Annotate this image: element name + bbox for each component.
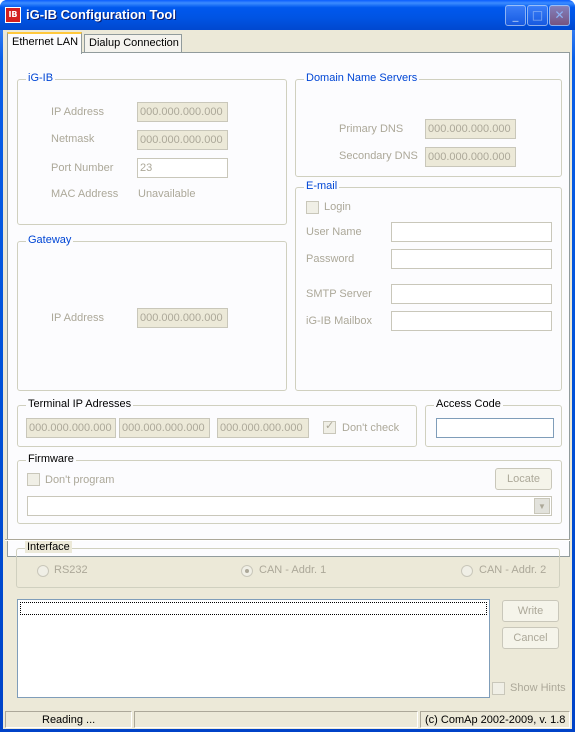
can-addr-1-label: CAN - Addr. 1 <box>259 564 327 576</box>
mailbox-label: iG-IB Mailbox <box>306 315 373 327</box>
terminal-ip-legend: Terminal IP Adresses <box>26 398 134 410</box>
maximize-button[interactable]: □ <box>527 5 548 26</box>
cancel-button[interactable]: Cancel <box>502 627 559 649</box>
igib-ip-label: IP Address <box>51 106 104 118</box>
close-icon: ✕ <box>554 8 565 22</box>
show-hints-checkbox[interactable] <box>492 682 505 695</box>
can-addr-2-label: CAN - Addr. 2 <box>479 564 547 576</box>
tab-dialup-connection[interactable]: Dialup Connection <box>84 34 182 53</box>
dont-check-label: Don't check <box>342 422 400 434</box>
tab-ethernet-lan[interactable]: Ethernet LAN <box>7 32 82 54</box>
primary-dns-label: Primary DNS <box>339 123 404 135</box>
gateway-ip-field[interactable]: 000.000.000.000 <box>137 308 228 328</box>
user-name-label: User Name <box>306 226 362 238</box>
locate-button[interactable]: Locate <box>495 468 552 490</box>
primary-dns-field[interactable]: 000.000.000.000 <box>425 119 516 139</box>
log-list[interactable] <box>17 599 490 698</box>
rs232-label: RS232 <box>54 564 88 576</box>
dont-program-checkbox[interactable] <box>27 473 40 486</box>
igib-netmask-field[interactable]: 000.000.000.000 <box>137 130 228 150</box>
maximize-icon: □ <box>531 8 544 22</box>
status-copyright: (c) ComAp 2002-2009, v. 1.8 <box>420 711 570 728</box>
close-button[interactable]: ✕ <box>549 5 570 26</box>
terminal-ip-3-field[interactable]: 000.000.000.000 <box>217 418 309 438</box>
login-label: Login <box>324 201 351 213</box>
dns-legend: Domain Name Servers <box>304 72 420 84</box>
interface-group: Interface RS232 CAN - Addr. 1 CAN - Addr… <box>16 541 560 588</box>
email-group: E-mail Login User Name Password SMTP Ser… <box>295 180 562 391</box>
igib-netmask-label: Netmask <box>51 133 95 145</box>
can-addr-2-radio[interactable] <box>461 565 473 577</box>
client-area: Ethernet LAN Dialup Connection iG-IB IP … <box>3 30 572 729</box>
app-icon: IB <box>5 7 21 23</box>
secondary-dns-field[interactable]: 000.000.000.000 <box>425 147 516 167</box>
dont-check-checkbox[interactable] <box>323 419 336 434</box>
igib-legend: iG-IB <box>26 72 56 84</box>
gateway-ip-label: IP Address <box>51 312 104 324</box>
password-label: Password <box>306 253 355 265</box>
gateway-legend: Gateway <box>26 234 74 246</box>
igib-port-label: Port Number <box>51 162 114 174</box>
igib-ip-field[interactable]: 000.000.000.000 <box>137 102 228 122</box>
can-addr-1-radio[interactable] <box>241 565 253 577</box>
tab-panel-ethernet: iG-IB IP Address 000.000.000.000 Netmask… <box>7 52 570 557</box>
show-hints-label: Show Hints <box>510 682 566 694</box>
status-bar: Reading ... (c) ComAp 2002-2009, v. 1.8 <box>3 709 572 729</box>
write-button[interactable]: Write <box>502 600 559 622</box>
interface-legend: Interface <box>25 541 72 553</box>
igib-mac-value: Unavailable <box>138 188 196 200</box>
dns-group: Domain Name Servers Primary DNS 000.000.… <box>295 72 562 177</box>
minimize-icon: _ <box>512 8 519 22</box>
chevron-down-icon[interactable]: ▼ <box>534 498 550 514</box>
terminal-ip-group: Terminal IP Adresses 000.000.000.000 000… <box>17 398 417 447</box>
firmware-group: Firmware Don't program Locate ▼ <box>17 453 562 524</box>
password-field[interactable] <box>391 249 552 269</box>
login-checkbox[interactable] <box>306 201 319 214</box>
title-bar[interactable]: IB iG-IB Configuration Tool _ □ ✕ <box>0 0 575 30</box>
secondary-dns-label: Secondary DNS <box>339 150 418 162</box>
igib-port-field[interactable]: 23 <box>137 158 228 178</box>
mailbox-field[interactable] <box>391 311 552 331</box>
rs232-radio[interactable] <box>37 565 49 577</box>
igib-group: iG-IB IP Address 000.000.000.000 Netmask… <box>17 72 287 225</box>
igib-mac-label: MAC Address <box>51 188 119 200</box>
terminal-ip-2-field[interactable]: 000.000.000.000 <box>119 418 210 438</box>
smtp-server-field[interactable] <box>391 284 552 304</box>
log-focus-line <box>20 602 487 615</box>
access-code-field[interactable] <box>436 418 554 438</box>
access-code-legend: Access Code <box>434 398 503 410</box>
email-legend: E-mail <box>304 180 340 192</box>
firmware-legend: Firmware <box>26 453 76 465</box>
minimize-button[interactable]: _ <box>505 5 526 26</box>
terminal-ip-1-field[interactable]: 000.000.000.000 <box>26 418 116 438</box>
status-text: Reading ... <box>5 711 132 728</box>
firmware-path-combo[interactable]: ▼ <box>27 496 552 516</box>
access-code-group: Access Code <box>425 398 562 447</box>
separator <box>5 539 570 541</box>
gateway-group: Gateway IP Address 000.000.000.000 <box>17 234 287 391</box>
dont-program-label: Don't program <box>45 474 115 486</box>
app-window: IB iG-IB Configuration Tool _ □ ✕ Ethern… <box>0 0 575 732</box>
smtp-server-label: SMTP Server <box>306 288 372 300</box>
window-title: iG-IB Configuration Tool <box>26 7 176 22</box>
status-middle <box>134 711 418 728</box>
user-name-field[interactable] <box>391 222 552 242</box>
